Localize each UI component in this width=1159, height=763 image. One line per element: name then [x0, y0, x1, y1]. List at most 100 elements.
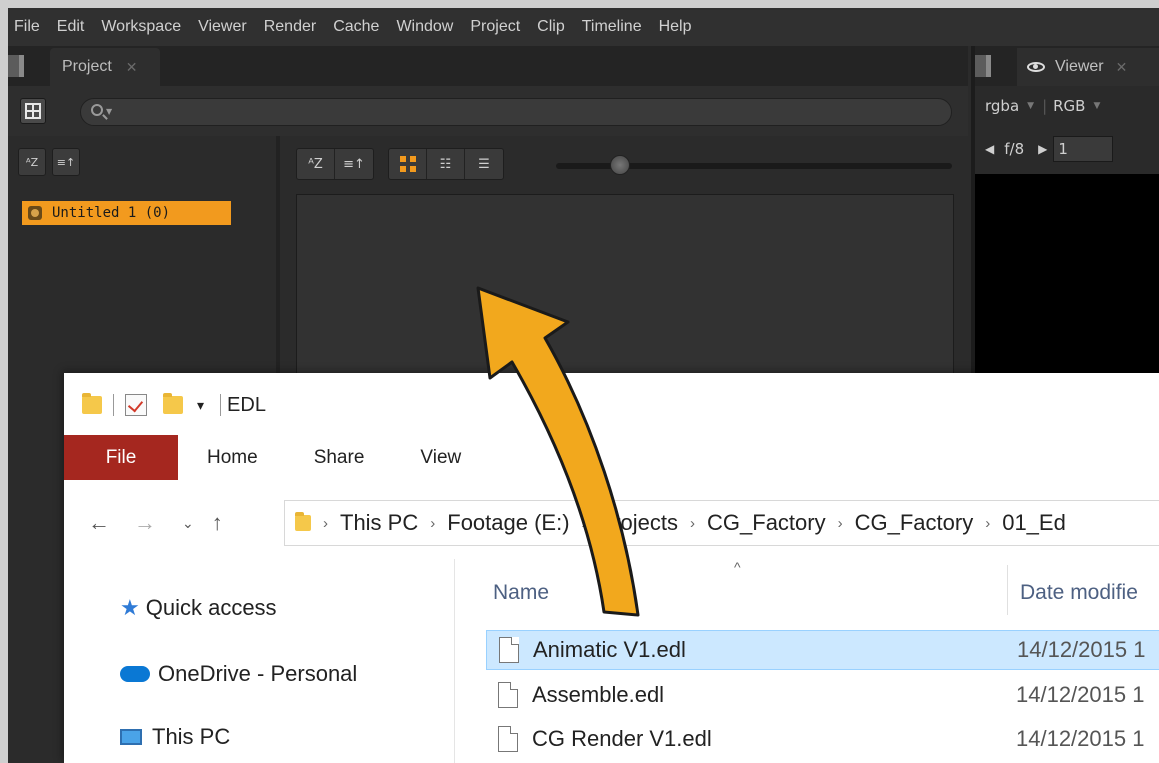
file-icon — [499, 637, 519, 663]
menu-clip[interactable]: Clip — [537, 18, 565, 36]
file-row[interactable]: Assemble.edl 14/12/2015 1 — [486, 675, 1159, 715]
menu-bar: File Edit Workspace Viewer Render Cache … — [8, 8, 1159, 46]
channels-select[interactable]: rgba — [985, 97, 1019, 115]
play-right-icon[interactable]: ▶ — [1038, 142, 1047, 156]
menu-window[interactable]: Window — [396, 18, 453, 36]
project-tab-bar: Project ✕ — [8, 46, 968, 86]
forward-arrow-icon[interactable]: → — [134, 510, 156, 536]
file-icon — [498, 682, 518, 708]
viewer-drag-handle[interactable] — [975, 55, 991, 77]
close-icon[interactable]: ✕ — [126, 59, 138, 76]
viewer-exposure-row: ◀ f/8 ▶ 1 — [975, 134, 1159, 164]
close-icon[interactable]: ✕ — [1116, 59, 1128, 76]
list-view-button[interactable]: ☰ — [465, 149, 503, 179]
sort-order-button[interactable]: ≡↑ — [52, 148, 80, 176]
tab-project-label: Project — [62, 58, 112, 75]
breadcrumb-cg-factory[interactable]: CG_Factory — [707, 510, 826, 536]
project-search-row: ▼ — [8, 86, 968, 136]
back-arrow-icon[interactable]: ← — [88, 510, 110, 536]
bin-tree-item[interactable]: Untitled 1 (0) — [22, 201, 231, 225]
tab-viewer[interactable]: Viewer ✕ — [1017, 48, 1159, 86]
address-bar[interactable]: › This PC › Footage (E:) › Projects › CG… — [284, 500, 1159, 546]
tab-viewer-label: Viewer — [1055, 58, 1104, 75]
column-date[interactable]: Date modifie — [1020, 581, 1138, 605]
up-arrow-icon[interactable]: ↑ — [212, 510, 223, 536]
nav-quick-access[interactable]: ★ Quick access — [120, 595, 277, 621]
quick-access-toolbar: ▾ EDL — [82, 391, 266, 419]
pane-divider[interactable] — [454, 559, 455, 763]
breadcrumb-projects[interactable]: Projects — [599, 510, 678, 536]
column-headers: ^ Name Date modifie — [490, 559, 1159, 615]
colorspace-select[interactable]: RGB — [1053, 97, 1085, 115]
fstop-value[interactable]: f/8 — [1004, 140, 1024, 158]
breadcrumb-footage[interactable]: Footage (E:) — [447, 510, 569, 536]
viewer-tab-bar: Viewer ✕ — [975, 46, 1159, 86]
sort-order-button-2[interactable]: ≡↑ — [335, 149, 373, 179]
bin-tree-item-label: Untitled 1 (0) — [52, 205, 171, 221]
frame-value: 1 — [1058, 140, 1068, 158]
file-name: Animatic V1.edl — [533, 637, 686, 662]
nav-this-pc[interactable]: This PC — [120, 724, 230, 750]
menu-project[interactable]: Project — [470, 18, 520, 36]
nav-onedrive[interactable]: OneDrive - Personal — [120, 661, 357, 687]
tab-home[interactable]: Home — [207, 447, 258, 469]
thumbnail-size-slider[interactable] — [556, 155, 952, 175]
menu-workspace[interactable]: Workspace — [101, 18, 181, 36]
bin-toolbar: ᴬZ ≡↑ ☷ ☰ — [296, 148, 518, 180]
file-name: Assemble.edl — [532, 682, 665, 707]
menu-help[interactable]: Help — [659, 18, 692, 36]
file-row[interactable]: Animatic V1.edl 14/12/2015 1 — [486, 630, 1159, 670]
sort-az-button-2[interactable]: ᴬZ — [297, 149, 335, 179]
search-icon — [91, 104, 103, 116]
search-input[interactable]: ▼ — [80, 98, 952, 126]
tab-file[interactable]: File — [64, 435, 178, 480]
file-date: 14/12/2015 1 — [1016, 726, 1145, 751]
sort-az-button[interactable]: ᴬZ — [18, 148, 46, 176]
chevron-down-icon: ▼ — [1093, 101, 1101, 111]
file-row[interactable]: CG Render V1.edl 14/12/2015 1 — [486, 719, 1159, 759]
eye-icon — [1027, 62, 1045, 72]
file-explorer-window: ▾ EDL File Home Share View ← → ⌄ ↑ › Thi… — [64, 373, 1159, 763]
menu-file[interactable]: File — [14, 18, 40, 36]
menu-timeline[interactable]: Timeline — [582, 18, 642, 36]
star-icon: ★ — [120, 595, 140, 620]
menu-cache[interactable]: Cache — [333, 18, 379, 36]
details-view-button[interactable]: ☷ — [427, 149, 465, 179]
menu-viewer[interactable]: Viewer — [198, 18, 247, 36]
left-sort-bar: ᴬZ ≡↑ — [18, 148, 86, 180]
breadcrumb-cg-factory-2[interactable]: CG_Factory — [855, 510, 974, 536]
play-left-icon[interactable]: ◀ — [985, 142, 994, 156]
column-name[interactable]: Name — [493, 581, 549, 605]
properties-icon[interactable] — [125, 394, 147, 416]
file-name: CG Render V1.edl — [532, 726, 712, 751]
window-title: EDL — [227, 393, 266, 416]
chevron-down-icon: ▼ — [1027, 101, 1035, 111]
tab-project[interactable]: Project ✕ — [50, 48, 160, 86]
nav-this-pc-label: This PC — [152, 724, 231, 749]
menu-edit[interactable]: Edit — [57, 18, 85, 36]
thumbnail-view-icon — [399, 156, 416, 172]
tab-view[interactable]: View — [420, 447, 461, 469]
slider-knob[interactable] — [610, 155, 630, 175]
new-folder-icon[interactable] — [163, 393, 183, 414]
layout-grid-button[interactable] — [20, 98, 46, 124]
sort-group: ᴬZ ≡↑ — [296, 148, 374, 180]
recent-locations-icon[interactable]: ⌄ — [182, 515, 194, 532]
folder-icon — [295, 512, 311, 531]
frame-field[interactable]: 1 — [1053, 136, 1114, 162]
panel-drag-handle[interactable] — [8, 55, 24, 77]
viewer-channel-row: rgba ▼ | RGB ▼ — [985, 97, 1101, 115]
breadcrumb-01-ed[interactable]: 01_Ed — [1002, 510, 1066, 536]
menu-render[interactable]: Render — [264, 18, 316, 36]
list-view-icon: ☰ — [478, 156, 490, 172]
customize-toolbar-icon[interactable]: ▾ — [197, 397, 204, 414]
address-row: ← → ⌄ ↑ › This PC › Footage (E:) › Proje… — [64, 491, 1159, 555]
sort-caret-icon: ^ — [734, 559, 741, 575]
cloud-icon — [120, 666, 150, 682]
tab-share[interactable]: Share — [314, 447, 365, 469]
breadcrumb-this-pc[interactable]: This PC — [340, 510, 418, 536]
file-list: ^ Name Date modifie Animatic V1.edl 14/1… — [486, 559, 1159, 763]
thumbnail-view-button[interactable] — [389, 149, 427, 179]
navigation-pane: ★ Quick access OneDrive - Personal This … — [64, 559, 456, 763]
view-mode-group: ☷ ☰ — [388, 148, 504, 180]
